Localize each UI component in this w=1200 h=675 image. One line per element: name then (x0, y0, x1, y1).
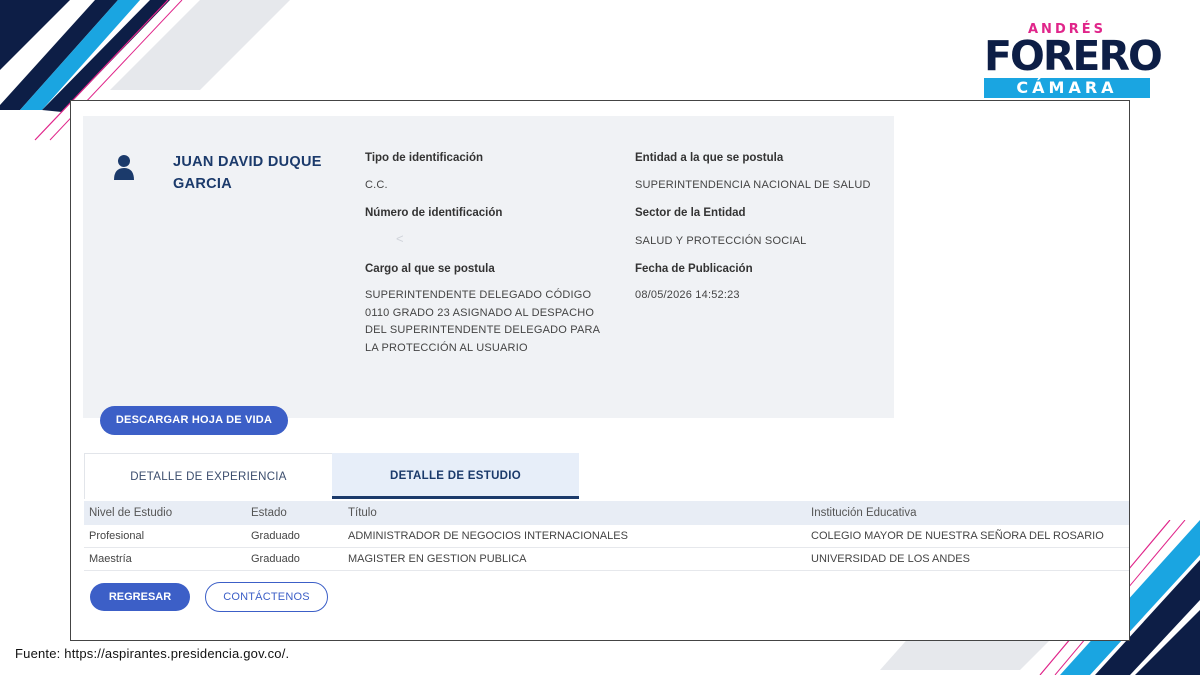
contact-button[interactable]: CONTÁCTENOS (205, 582, 328, 612)
cell-institution: COLEGIO MAYOR DE NUESTRA SEÑORA DEL ROSA… (811, 530, 1104, 542)
back-button[interactable]: REGRESAR (90, 583, 190, 611)
chevron-left-icon: < (396, 231, 404, 246)
cell-level: Maestría (89, 553, 132, 565)
tab-experience[interactable]: DETALLE DE EXPERIENCIA (84, 453, 332, 499)
position-value: SUPERINTENDENTE DELEGADO CÓDIGO 0110 GRA… (365, 289, 600, 354)
id-type-value: C.C. (365, 179, 388, 191)
table-row: Profesional Graduado ADMINISTRADOR DE NE… (84, 525, 1129, 548)
header-level: Nivel de Estudio (89, 507, 173, 519)
cell-level: Profesional (89, 530, 145, 542)
publication-date-label: Fecha de Publicación (635, 263, 753, 275)
header-title: Título (348, 507, 377, 519)
header-status: Estado (251, 507, 287, 519)
position-label: Cargo al que se postula (365, 263, 495, 275)
table-row: Maestría Graduado MAGISTER EN GESTION PU… (84, 548, 1129, 571)
entity-value: SUPERINTENDENCIA NACIONAL DE SALUD (635, 179, 871, 191)
cell-title: ADMINISTRADOR DE NEGOCIOS INTERNACIONALE… (348, 530, 628, 542)
header-institution: Institución Educativa (811, 507, 917, 519)
candidate-name: JUAN DAVID DUQUE GARCIA (173, 154, 322, 192)
entity-label: Entidad a la que se postula (635, 152, 784, 164)
logo-bottom-text: CÁMARA (984, 78, 1150, 98)
sector-label: Sector de la Entidad (635, 207, 746, 219)
logo-main-text: FORERO (984, 32, 1163, 80)
screenshot-frame: JUAN DAVID DUQUE GARCIA Tipo de identifi… (70, 100, 1130, 641)
profile-card: JUAN DAVID DUQUE GARCIA Tipo de identifi… (83, 116, 894, 418)
download-cv-button[interactable]: DESCARGAR HOJA DE VIDA (100, 406, 288, 435)
cell-status: Graduado (251, 553, 300, 565)
cell-status: Graduado (251, 530, 300, 542)
cell-institution: UNIVERSIDAD DE LOS ANDES (811, 553, 970, 565)
study-table: Nivel de Estudio Estado Título Instituci… (84, 501, 1129, 571)
user-icon (113, 154, 135, 180)
cell-title: MAGISTER EN GESTION PUBLICA (348, 553, 527, 565)
brand-logo: ANDRÉS FORERO CÁMARA (984, 20, 1163, 100)
sector-value: SALUD Y PROTECCIÓN SOCIAL (635, 235, 807, 247)
id-number-label: Número de identificación (365, 207, 503, 219)
table-header: Nivel de Estudio Estado Título Instituci… (84, 501, 1129, 525)
tab-study[interactable]: DETALLE DE ESTUDIO (332, 453, 579, 499)
source-caption: Fuente: https://aspirantes.presidencia.g… (15, 646, 290, 661)
id-type-label: Tipo de identificación (365, 152, 483, 164)
publication-date-value: 08/05/2026 14:52:23 (635, 289, 740, 301)
active-tab-indicator (332, 496, 579, 499)
